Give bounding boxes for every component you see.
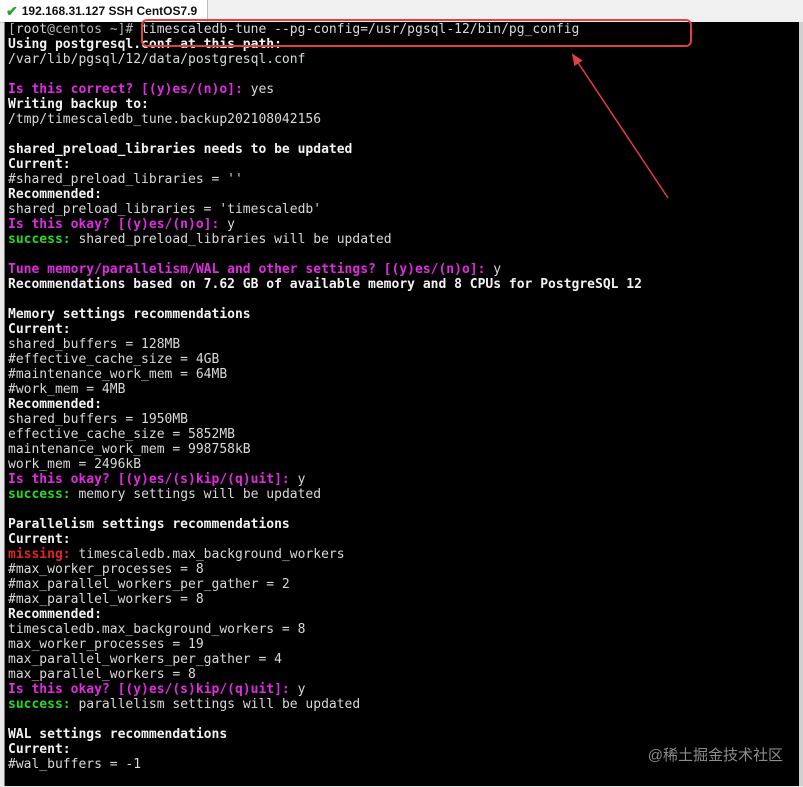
annotation-arrow bbox=[571, 53, 669, 199]
watermark: @稀土掘金技术社区 bbox=[647, 747, 783, 764]
